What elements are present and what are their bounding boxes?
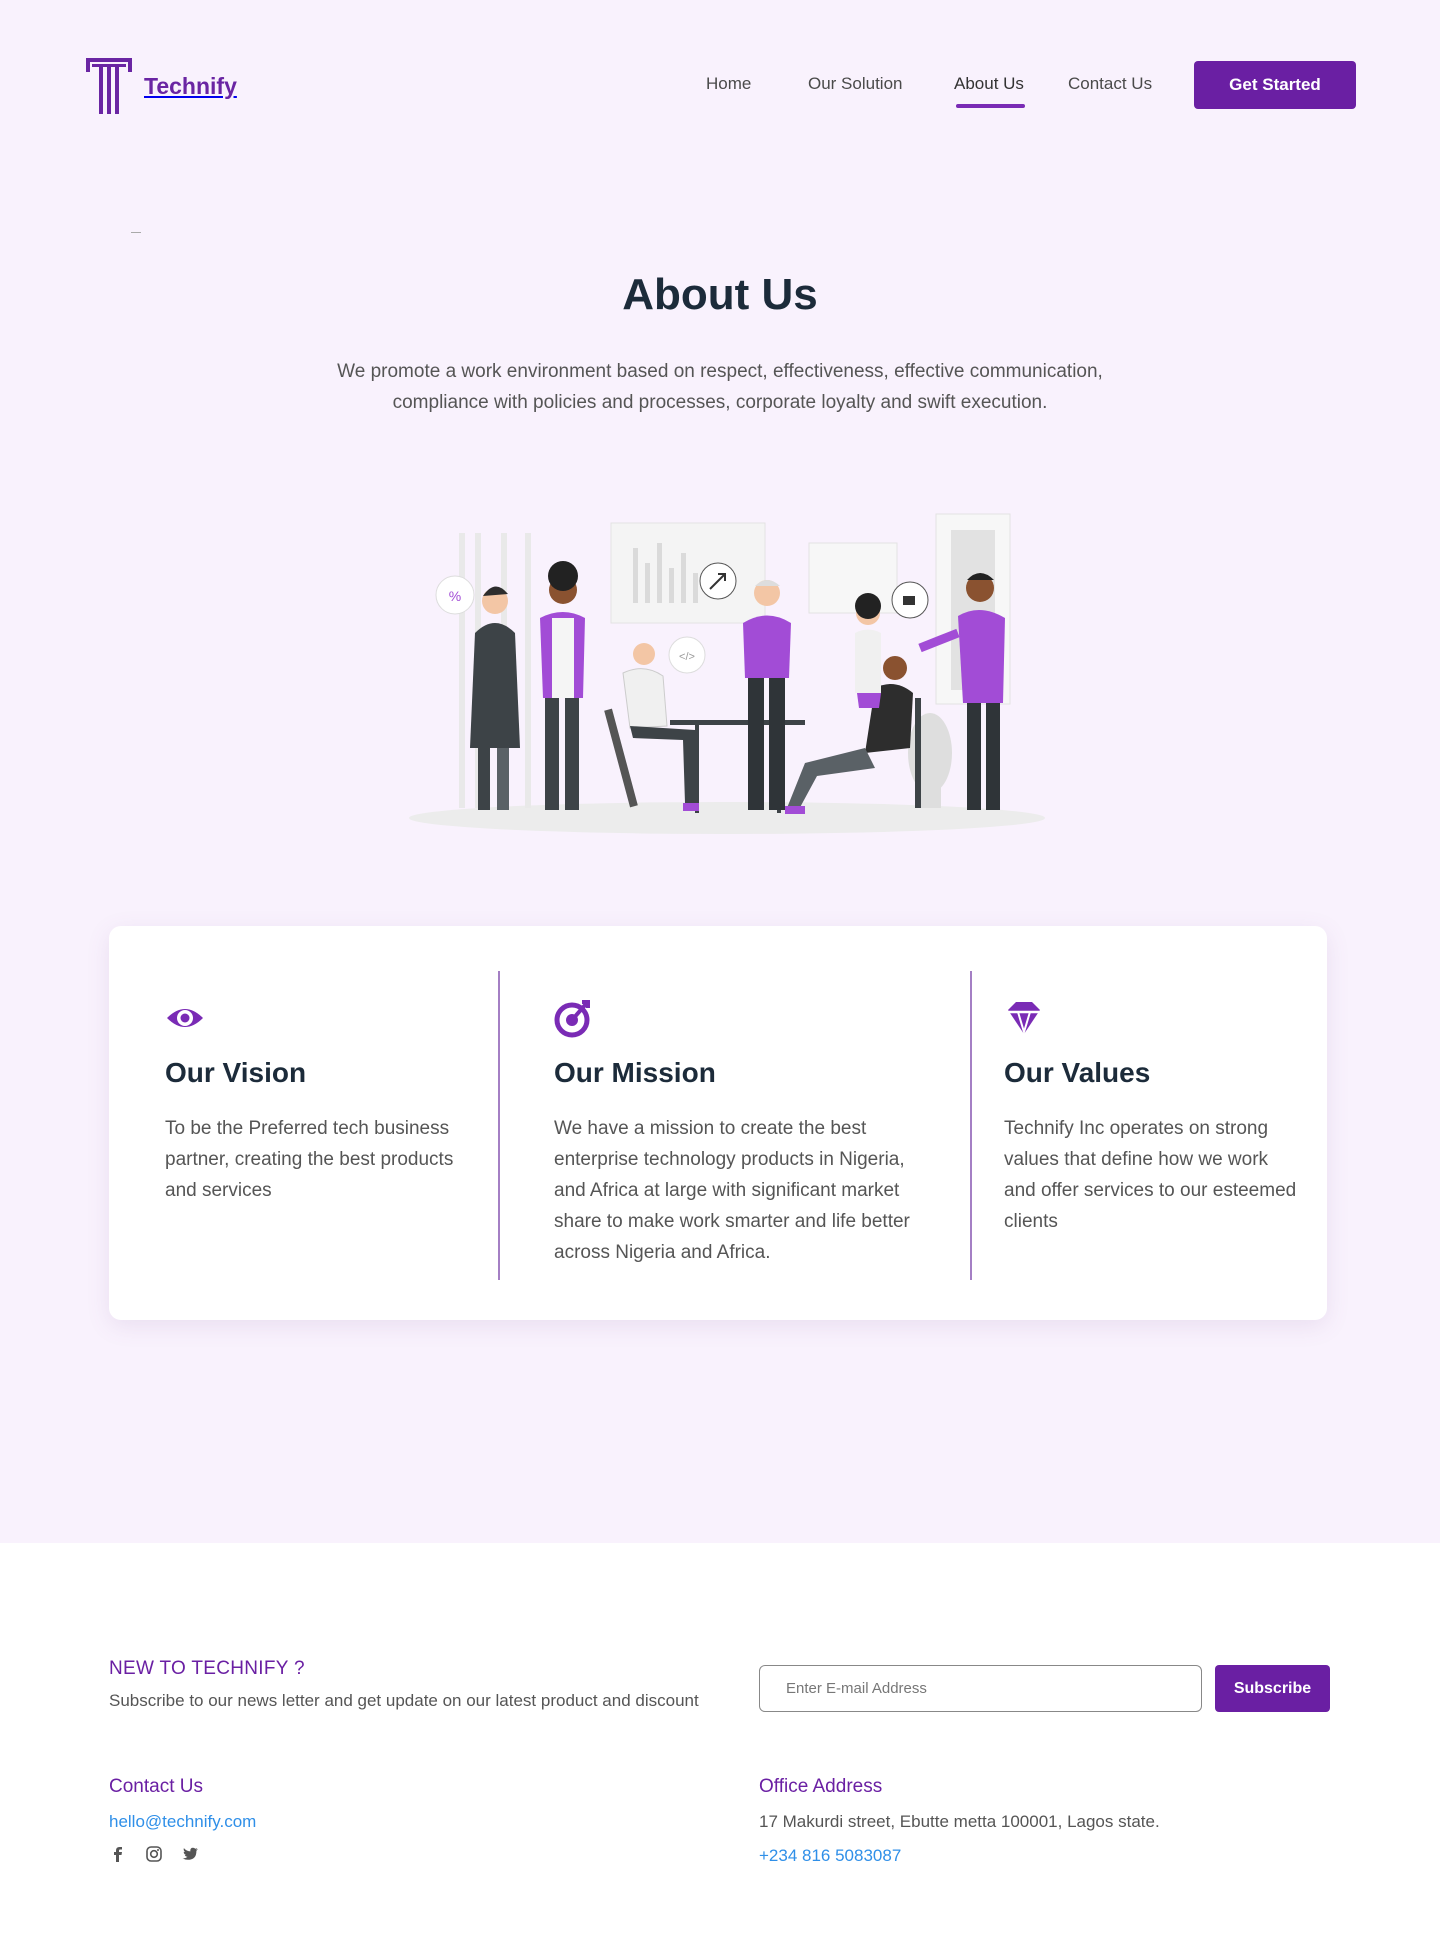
vision-text: To be the Preferred tech business partne… — [165, 1118, 454, 1201]
newsletter-subtitle: Subscribe to our news letter and get upd… — [109, 1691, 699, 1710]
mission-card: Our Mission We have a mission to create … — [554, 998, 934, 1268]
newsletter-title: NEW TO TECHNIFY ? — [109, 1658, 305, 1679]
twitter-icon[interactable] — [181, 1845, 199, 1863]
values-title: Our Values — [1004, 1057, 1151, 1088]
lead-line-2: compliance with policies and processes, … — [392, 392, 1048, 413]
social-links — [109, 1845, 199, 1863]
page-lead: We promote a work environment based on r… — [300, 356, 1140, 418]
values-card: Our Values Technify Inc operates on stro… — [1004, 998, 1304, 1237]
eye-icon — [167, 1009, 203, 1027]
nav-our-solution[interactable]: Our Solution — [808, 74, 903, 94]
diamond-icon — [1008, 1002, 1040, 1036]
office-address: 17 Makurdi street, Ebutte metta 100001, … — [759, 1812, 1160, 1831]
nav-contact-us[interactable]: Contact Us — [1068, 74, 1152, 94]
team-illustration: % </> — [409, 513, 1045, 834]
nav-active-indicator — [956, 104, 1025, 108]
code-bubble-text: </> — [679, 651, 695, 663]
get-started-button[interactable]: Get Started — [1194, 61, 1356, 109]
divider-mark — [131, 232, 141, 233]
target-icon — [554, 1000, 590, 1038]
vision-title: Our Vision — [165, 1057, 307, 1088]
card-divider — [970, 971, 972, 1280]
vision-card: Our Vision To be the Preferred tech busi… — [165, 998, 475, 1206]
card-divider — [498, 971, 500, 1280]
values-text: Technify Inc operates on strong values t… — [1004, 1118, 1297, 1232]
facebook-icon[interactable] — [109, 1845, 127, 1863]
lead-line-1: We promote a work environment based on r… — [337, 361, 1103, 382]
email-input[interactable] — [759, 1665, 1202, 1712]
phone-link[interactable]: +234 816 5083087 — [759, 1846, 901, 1866]
mission-title: Our Mission — [554, 1057, 716, 1088]
instagram-icon[interactable] — [145, 1845, 163, 1863]
about-cards: Our Vision To be the Preferred tech busi… — [109, 926, 1327, 1320]
subscribe-button[interactable]: Subscribe — [1215, 1665, 1330, 1712]
contact-title: Contact Us — [109, 1776, 203, 1797]
nav-about-us[interactable]: About Us — [954, 74, 1024, 94]
page-title: About Us — [622, 270, 818, 319]
office-title: Office Address — [759, 1776, 883, 1797]
percent-bubble-text: % — [449, 588, 461, 604]
mission-text: We have a mission to create the best ent… — [554, 1118, 910, 1263]
email-link[interactable]: hello@technify.com — [109, 1812, 256, 1832]
nav-home[interactable]: Home — [706, 74, 751, 94]
